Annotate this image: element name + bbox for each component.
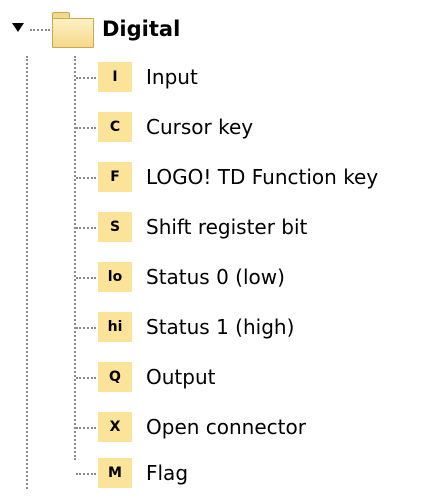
tree-item-label[interactable]: Status 0 (low)	[146, 262, 285, 292]
tree-node-label[interactable]: Digital	[102, 14, 180, 44]
tree-item-open-connector[interactable]: X Open connector	[0, 404, 442, 450]
tree-connector	[30, 29, 50, 31]
tree-item-status-low[interactable]: lo Status 0 (low)	[0, 254, 442, 300]
tree-item-label[interactable]: LOGO! TD Function key	[146, 162, 378, 192]
tree-item-output[interactable]: Q Output	[0, 354, 442, 400]
tree-item-cursor-key[interactable]: C Cursor key	[0, 104, 442, 150]
open-connector-badge-icon: X	[98, 412, 132, 442]
tree-connector	[76, 473, 96, 475]
tree-item-label[interactable]: Output	[146, 362, 215, 392]
tree-item-flag[interactable]: M Flag	[0, 450, 442, 496]
expand-collapse-arrow-icon[interactable]	[12, 23, 24, 32]
tree-item-input[interactable]: I Input	[0, 54, 442, 100]
input-badge-icon: I	[98, 62, 132, 92]
digital-tree: Digital I Input C Cursor key F LOGO! TD …	[0, 0, 442, 489]
tree-item-label[interactable]: Input	[146, 62, 198, 92]
output-badge-icon: Q	[98, 362, 132, 392]
function-key-badge-icon: F	[98, 162, 132, 192]
tree-connector	[76, 327, 96, 329]
tree-connector	[76, 177, 96, 179]
tree-item-status-high[interactable]: hi Status 1 (high)	[0, 304, 442, 350]
cursor-key-badge-icon: C	[98, 112, 132, 142]
shift-register-badge-icon: S	[98, 212, 132, 242]
tree-item-function-key[interactable]: F LOGO! TD Function key	[0, 154, 442, 200]
tree-connector	[76, 277, 96, 279]
flag-badge-icon: M	[98, 458, 132, 488]
tree-connector	[76, 427, 96, 429]
tree-connector	[76, 377, 96, 379]
status-low-badge-icon: lo	[98, 262, 132, 292]
tree-connector	[76, 227, 96, 229]
tree-connector	[76, 77, 96, 79]
tree-item-label[interactable]: Flag	[146, 458, 188, 488]
tree-item-shift-register-bit[interactable]: S Shift register bit	[0, 204, 442, 250]
tree-item-label[interactable]: Cursor key	[146, 112, 253, 142]
status-high-badge-icon: hi	[98, 312, 132, 342]
tree-connector	[76, 127, 96, 129]
tree-item-label[interactable]: Status 1 (high)	[146, 312, 294, 342]
tree-item-label[interactable]: Shift register bit	[146, 212, 307, 242]
folder-icon	[52, 12, 94, 48]
tree-item-label[interactable]: Open connector	[146, 412, 306, 442]
tree-node-digital[interactable]: Digital	[0, 8, 442, 54]
